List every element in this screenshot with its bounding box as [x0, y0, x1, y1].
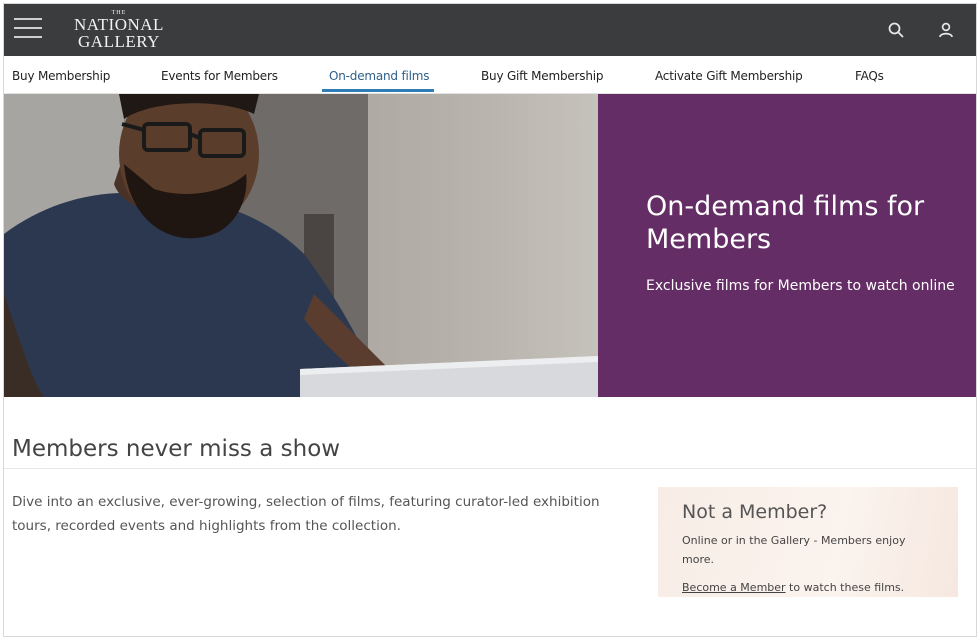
hero-subtitle: Exclusive films for Members to watch onl…	[646, 278, 955, 294]
nav-faqs[interactable]: FAQs	[855, 69, 884, 83]
card-cta-row: Become a Member to watch these films.	[682, 581, 904, 594]
section-divider	[4, 468, 976, 469]
hero-photo	[4, 94, 598, 397]
national-gallery-logo[interactable]: THE NATIONAL GALLERY	[74, 10, 164, 50]
search-icon[interactable]	[886, 20, 906, 40]
top-bar: THE NATIONAL GALLERY	[4, 4, 976, 56]
become-a-member-link[interactable]: Become a Member	[682, 581, 786, 594]
nav-events-for-members[interactable]: Events for Members	[161, 69, 278, 83]
nav-buy-gift-membership[interactable]: Buy Gift Membership	[481, 69, 603, 83]
logo-line-1: NATIONAL	[74, 15, 164, 34]
intro-paragraph: Dive into an exclusive, ever-growing, se…	[12, 494, 600, 534]
page: THE NATIONAL GALLERY Buy Membership Even…	[3, 3, 977, 637]
hamburger-menu-icon[interactable]	[14, 16, 42, 40]
card-cta-suffix: to watch these films.	[785, 581, 905, 594]
hero-title: On-demand films for Members	[646, 191, 925, 255]
logo-line-2: GALLERY	[78, 32, 160, 51]
hero-banner: On-demand films for Members Exclusive fi…	[4, 94, 976, 397]
nav-buy-membership[interactable]: Buy Membership	[12, 69, 110, 83]
hero-text-panel: On-demand films for Members Exclusive fi…	[598, 94, 976, 397]
section-heading: Members never miss a show	[12, 436, 341, 462]
nav-activate-gift-membership[interactable]: Activate Gift Membership	[655, 69, 803, 83]
membership-subnav: Buy Membership Events for Members On-dem…	[4, 56, 976, 94]
nav-on-demand-films[interactable]: On-demand films	[329, 69, 429, 83]
not-a-member-card: Not a Member? Online or in the Gallery -…	[658, 487, 958, 597]
account-icon[interactable]	[936, 20, 956, 40]
active-tab-indicator	[322, 89, 434, 92]
card-title: Not a Member?	[682, 501, 828, 523]
card-text: Online or in the Gallery - Members enjoy…	[682, 534, 906, 566]
